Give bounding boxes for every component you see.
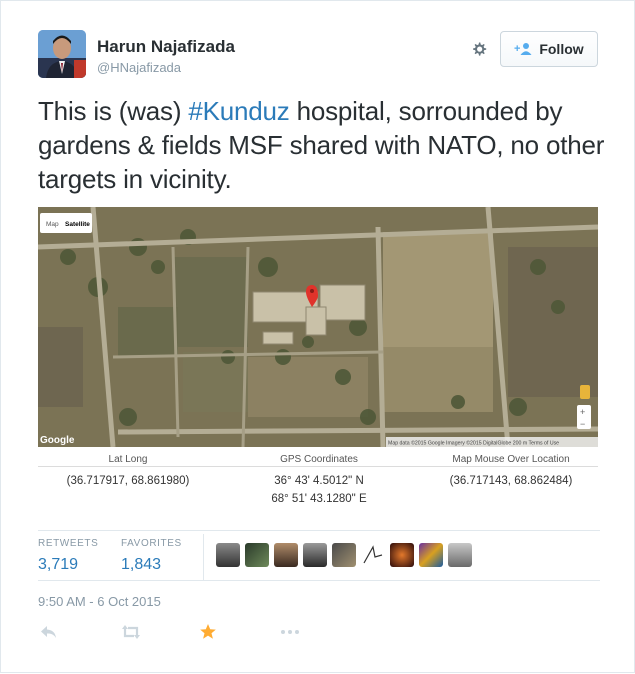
favorites-stat[interactable]: FAVORITES 1,843 [121, 538, 182, 574]
mouse-over-label: Map Mouse Over Location [452, 454, 570, 465]
avatar[interactable] [38, 30, 86, 78]
gps-line-2: 68° 51' 43.1280" E [271, 493, 367, 505]
reply-icon[interactable] [38, 622, 60, 642]
map-image[interactable]: Map Satellite + − Google Map data ©2015 … [38, 207, 598, 447]
favorite-star-icon[interactable] [197, 622, 219, 642]
follow-person-icon: + [514, 42, 532, 56]
coordinates-panel: Lat Long GPS Coordinates Map Mouse Over … [38, 450, 598, 516]
retweets-count: 3,719 [38, 556, 79, 573]
stats-separator [203, 534, 204, 580]
google-logo: Google [40, 435, 75, 446]
retweet-icon[interactable] [120, 622, 142, 642]
user-handle[interactable]: @HNajafizada [97, 60, 181, 75]
user-full-name[interactable]: Harun Najafizada [97, 37, 235, 57]
map-zoom-in[interactable]: + [580, 407, 585, 417]
tweet-header: Harun Najafizada @HNajafizada + Follow [38, 30, 600, 80]
follow-button[interactable]: + Follow [500, 31, 598, 67]
lat-long-value: (36.717917, 68.861980) [66, 475, 190, 487]
tweet-actions [38, 618, 600, 646]
svg-text:+: + [514, 43, 520, 55]
map-tab-satellite[interactable]: Satellite [65, 221, 90, 228]
more-icon[interactable] [279, 622, 301, 642]
favorites-count: 1,843 [121, 556, 162, 573]
favoriter-avatar[interactable] [303, 543, 327, 567]
divider [38, 580, 600, 581]
favoriter-avatar[interactable] [274, 543, 298, 567]
favoriter-avatar[interactable] [361, 543, 385, 567]
favoriter-avatar[interactable] [419, 543, 443, 567]
favoriter-avatar[interactable] [245, 543, 269, 567]
map-tab-map[interactable]: Map [46, 221, 59, 228]
favorites-label: FAVORITES [121, 538, 182, 549]
hashtag-link[interactable]: #Kunduz [188, 96, 289, 126]
map-zoom-out[interactable]: − [580, 419, 585, 429]
gear-icon[interactable] [467, 38, 491, 62]
map-footer: Map data ©2015 Google Imagery ©2015 Digi… [388, 440, 559, 447]
favoriter-avatar[interactable] [216, 543, 240, 567]
follow-button-label: Follow [539, 41, 584, 57]
gps-label: GPS Coordinates [280, 454, 358, 465]
gps-value: 36° 43' 4.5012" N 68° 51' 43.1280" E [226, 472, 412, 508]
divider [38, 530, 600, 531]
tweet-text: This is (was) #Kunduz hospital, sorround… [38, 94, 608, 196]
tweet-text-before: This is (was) [38, 96, 189, 126]
favoriter-avatar[interactable] [448, 543, 472, 567]
favoriter-avatar[interactable] [390, 543, 414, 567]
gps-line-1: 36° 43' 4.5012" N [274, 475, 364, 487]
mouse-over-value: (36.717143, 68.862484) [449, 475, 573, 487]
tweet-timestamp[interactable]: 9:50 AM - 6 Oct 2015 [38, 594, 161, 609]
tweet-stats: RETWEETS 3,719 FAVORITES 1,843 [38, 534, 600, 580]
retweets-label: RETWEETS [38, 538, 99, 549]
lat-long-label: Lat Long [108, 454, 148, 465]
retweets-stat[interactable]: RETWEETS 3,719 [38, 538, 98, 574]
favoriter-avatar[interactable] [332, 543, 356, 567]
